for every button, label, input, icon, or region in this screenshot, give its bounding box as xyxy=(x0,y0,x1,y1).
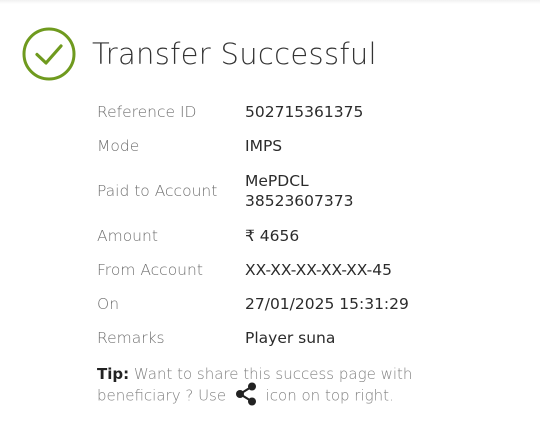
remarks-label: Remarks xyxy=(97,329,165,347)
from-account-value: XX-XX-XX-XX-XX-45 xyxy=(245,260,392,280)
success-header: Transfer Successful xyxy=(22,26,377,82)
timestamp-text: 27/01/2025 15:31:29 xyxy=(245,295,409,313)
amount-label: Amount xyxy=(97,227,158,245)
detail-row-paid-to-account: Paid to Account MePDCL 38523607373 xyxy=(97,163,517,219)
detail-row-amount: Amount ₹ 4656 xyxy=(97,219,517,253)
on-label: On xyxy=(97,295,120,313)
remarks-text: Player suna xyxy=(245,329,336,347)
share-tip: Tip: Want to share this success page wit… xyxy=(97,364,497,407)
payee-account-number: 38523607373 xyxy=(245,192,354,210)
reference-id-value: 502715361375 xyxy=(245,102,363,122)
mode-text: IMPS xyxy=(245,137,283,155)
page-title: Transfer Successful xyxy=(92,37,377,71)
detail-row-mode: Mode IMPS xyxy=(97,129,517,163)
from-account-label: From Account xyxy=(97,261,203,279)
mode-label: Mode xyxy=(97,137,140,155)
reference-id-label: Reference ID xyxy=(97,103,197,121)
paid-to-account-label: Paid to Account xyxy=(97,182,218,200)
amount-text: ₹ 4656 xyxy=(245,227,300,245)
transfer-success-page: Transfer Successful Reference ID 5027153… xyxy=(0,0,540,443)
detail-row-from-account: From Account XX-XX-XX-XX-XX-45 xyxy=(97,253,517,287)
payee-name: MePDCL xyxy=(245,172,309,190)
amount-value: ₹ 4656 xyxy=(245,226,299,246)
mode-value: IMPS xyxy=(245,136,282,156)
transfer-details: Reference ID 502715361375 Mode IMPS Paid… xyxy=(97,95,517,355)
timestamp-value: 27/01/2025 15:31:29 xyxy=(245,294,409,314)
check-circle-icon xyxy=(22,27,76,81)
paid-to-account-value: MePDCL 38523607373 xyxy=(245,171,353,211)
tip-prefix: Tip: xyxy=(97,365,130,383)
tip-text-after-icon: icon on top right. xyxy=(260,386,394,405)
top-divider xyxy=(0,0,540,4)
from-account-text: XX-XX-XX-XX-XX-45 xyxy=(245,261,392,279)
remarks-value: Player suna xyxy=(245,328,335,348)
detail-row-reference-id: Reference ID 502715361375 xyxy=(97,95,517,129)
share-icon xyxy=(235,382,256,406)
detail-row-on: On 27/01/2025 15:31:29 xyxy=(97,287,517,321)
reference-id-text: 502715361375 xyxy=(245,103,364,121)
detail-row-remarks: Remarks Player suna xyxy=(97,321,517,355)
